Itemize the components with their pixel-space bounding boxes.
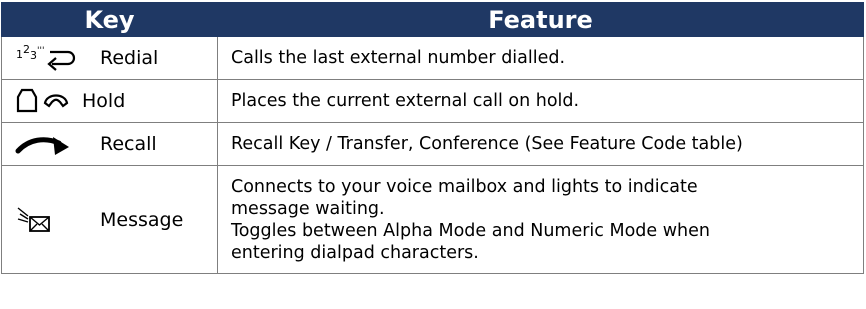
header-key: Key <box>1 2 218 37</box>
redial-icon: 1 2 3 ''' <box>16 42 86 72</box>
feature-message: Connects to your voice mailbox and light… <box>217 165 864 274</box>
table-header-row: Key Feature <box>1 2 864 37</box>
table-row: Message Connects to your voice mailbox a… <box>1 165 864 274</box>
key-label-message: Message <box>100 208 184 231</box>
key-cell-hold: Hold <box>1 79 218 123</box>
svg-text:3: 3 <box>30 49 37 62</box>
hold-icon <box>15 87 75 115</box>
feature-message-line: Connects to your voice mailbox and light… <box>231 176 698 197</box>
feature-message-line: Toggles between Alpha Mode and Numeric M… <box>231 220 710 241</box>
key-cell-recall: Recall <box>1 122 218 166</box>
key-cell-redial: 1 2 3 ''' Redial <box>1 36 218 80</box>
feature-recall: Recall Key / Transfer, Conference (See F… <box>217 122 864 166</box>
table-row: 1 2 3 ''' Redial Calls the last external… <box>1 36 864 80</box>
table-row: Recall Recall Key / Transfer, Conference… <box>1 122 864 166</box>
feature-redial: Calls the last external number dialled. <box>217 36 864 80</box>
svg-text:''': ''' <box>37 46 44 56</box>
key-label-hold: Hold <box>82 90 126 112</box>
key-cell-message: Message <box>1 165 218 274</box>
svg-text:2: 2 <box>23 43 30 56</box>
table-row: Hold Places the current external call on… <box>1 79 864 123</box>
key-label-redial: Redial <box>100 47 159 69</box>
svg-text:1: 1 <box>16 48 23 61</box>
feature-message-line: entering dialpad characters. <box>231 242 479 263</box>
message-icon <box>16 206 52 234</box>
feature-key-table: Key Feature 1 2 3 ''' Redial Calls the l… <box>1 2 864 274</box>
header-feature: Feature <box>217 2 864 37</box>
key-label-recall: Recall <box>100 133 157 155</box>
recall-icon <box>15 133 75 157</box>
feature-message-line: message waiting. <box>231 198 385 219</box>
feature-hold: Places the current external call on hold… <box>217 79 864 123</box>
